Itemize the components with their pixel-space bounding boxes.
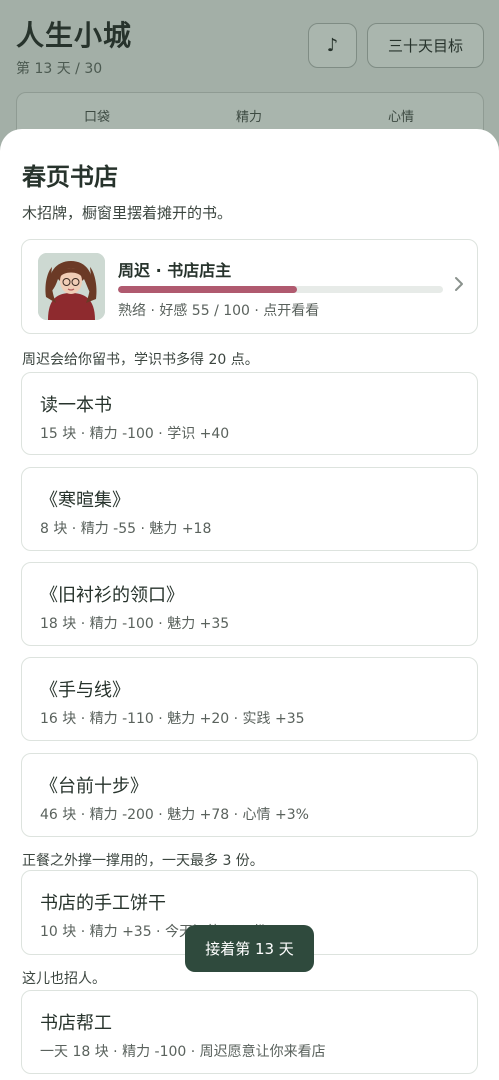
snack-title: 书店的手工饼干 <box>40 893 166 914</box>
stat-energy-label: 精力 <box>236 110 263 125</box>
day-counter: 第 13 天 / 30 <box>16 61 103 77</box>
stat-pocket-label: 口袋 <box>84 110 111 125</box>
book-item-hand-and-thread[interactable]: 《手与线》 16 块 · 精力 -110 · 魅力 +20 · 实践 +35 <box>21 657 478 741</box>
music-button[interactable]: ♪ <box>308 23 357 68</box>
snack-note: 正餐之外撑一撑用的，一天最多 3 份。 <box>22 853 264 869</box>
books-note: 周迟会给你留书，学识书多得 20 点。 <box>22 352 259 368</box>
job-detail: 一天 18 块 · 精力 -100 · 周迟愿意让你来看店 <box>40 1044 326 1060</box>
npc-card[interactable]: 周迟 · 书店店主 熟络 · 好感 55 / 100 · 点开看看 <box>21 239 478 334</box>
book-title: 《寒暄集》 <box>40 490 130 511</box>
music-note-icon: ♪ <box>326 35 339 56</box>
book-detail: 46 块 · 精力 -200 · 魅力 +78 · 心情 +3% <box>40 807 309 823</box>
stat-mood-label: 心情 <box>388 110 415 125</box>
thirty-day-goals-button[interactable]: 三十天目标 <box>367 23 484 68</box>
job-title: 书店帮工 <box>40 1013 112 1034</box>
book-title: 《台前十步》 <box>40 776 148 797</box>
book-item-read[interactable]: 读一本书 15 块 · 精力 -100 · 学识 +40 <box>21 372 478 455</box>
book-detail: 15 块 · 精力 -100 · 学识 +40 <box>40 426 230 442</box>
npc-avatar <box>38 253 105 320</box>
book-detail: 8 块 · 精力 -55 · 魅力 +18 <box>40 521 212 537</box>
continue-day-toast[interactable]: 接着第 13 天 <box>185 925 314 972</box>
job-item-bookstore-helper[interactable]: 书店帮工 一天 18 块 · 精力 -100 · 周迟愿意让你来看店 <box>21 990 478 1074</box>
book-detail: 16 块 · 精力 -110 · 魅力 +20 · 实践 +35 <box>40 711 305 727</box>
affinity-bar-fill <box>118 286 297 293</box>
job-note: 这儿也招人。 <box>22 971 106 987</box>
book-title: 读一本书 <box>40 395 112 416</box>
affinity-bar <box>118 286 443 293</box>
npc-status: 熟络 · 好感 55 / 100 · 点开看看 <box>118 303 320 319</box>
book-item-old-shirt-collar[interactable]: 《旧衬衫的领口》 18 块 · 精力 -100 · 魅力 +35 <box>21 562 478 646</box>
book-title: 《旧衬衫的领口》 <box>40 585 184 606</box>
app-title: 人生小城 <box>16 19 133 52</box>
book-title: 《手与线》 <box>40 680 130 701</box>
npc-name: 周迟 · 书店店主 <box>118 261 232 280</box>
book-item-greetings[interactable]: 《寒暄集》 8 块 · 精力 -55 · 魅力 +18 <box>21 467 478 551</box>
book-item-ten-steps[interactable]: 《台前十步》 46 块 · 精力 -200 · 魅力 +78 · 心情 +3% <box>21 753 478 837</box>
book-detail: 18 块 · 精力 -100 · 魅力 +35 <box>40 616 230 632</box>
chevron-right-icon <box>455 277 463 291</box>
shop-title: 春页书店 <box>22 163 118 191</box>
shop-description: 木招牌，橱窗里摆着摊开的书。 <box>22 204 233 222</box>
